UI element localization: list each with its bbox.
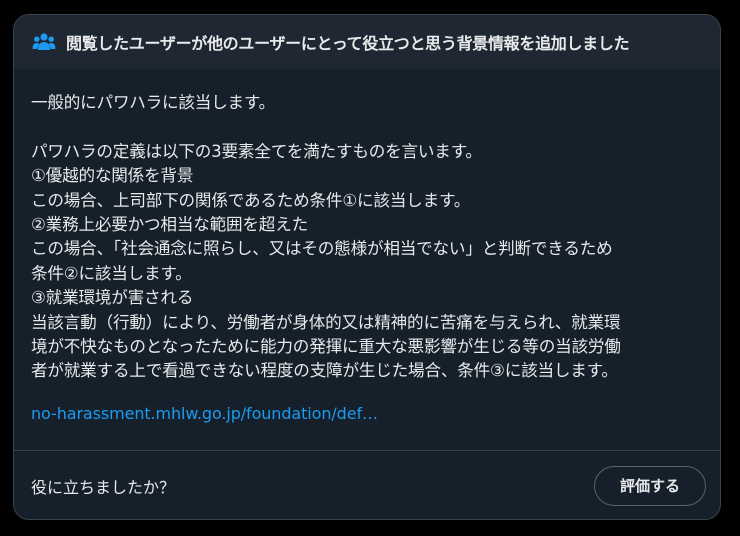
- note-body: 一般的にパワハラに該当します。 パワハラの定義は以下の3要素全てを満たすものを言…: [14, 69, 720, 450]
- rate-button[interactable]: 評価する: [594, 465, 706, 506]
- helpful-question: 役に立ちましたか？: [31, 477, 176, 497]
- note-title: 閲覧したユーザーが他のユーザーにとって役立つと思う背景情報を追加しました: [66, 34, 630, 53]
- people-icon: [32, 31, 56, 53]
- source-link[interactable]: no-harassment.mhlw.go.jp/foundation/def…: [31, 404, 378, 423]
- community-note-card: 閲覧したユーザーが他のユーザーにとって役立つと思う背景情報を追加しました 一般的…: [13, 14, 721, 520]
- note-text: 一般的にパワハラに該当します。 パワハラの定義は以下の3要素全てを満たすものを言…: [31, 93, 621, 381]
- note-header: 閲覧したユーザーが他のユーザーにとって役立つと思う背景情報を追加しました: [14, 15, 720, 69]
- note-footer: 役に立ちましたか？ 評価する: [14, 451, 720, 519]
